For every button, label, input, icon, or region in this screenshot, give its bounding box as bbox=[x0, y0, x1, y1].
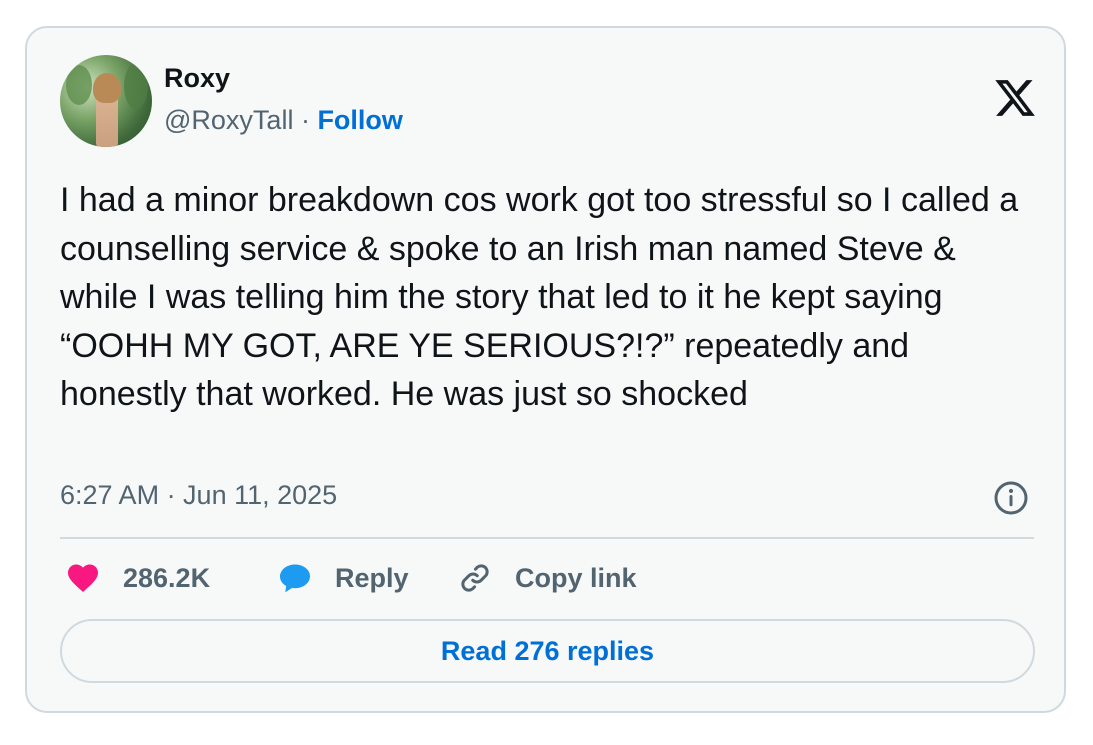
avatar-foliage bbox=[124, 63, 148, 109]
divider bbox=[60, 537, 1034, 539]
author-handle[interactable]: @RoxyTall bbox=[164, 105, 293, 135]
link-icon bbox=[461, 564, 489, 592]
read-replies-button[interactable]: Read 276 replies bbox=[60, 619, 1035, 683]
copy-link-label: Copy link bbox=[515, 562, 637, 593]
separator-dot: · bbox=[293, 105, 318, 135]
tweet-card: Roxy @RoxyTall · Follow I had a minor br… bbox=[25, 26, 1066, 713]
heart-icon bbox=[68, 564, 98, 593]
follow-button[interactable]: Follow bbox=[317, 105, 402, 135]
avatar-person-hair bbox=[93, 73, 121, 103]
author-handle-line: @RoxyTall · Follow bbox=[164, 105, 403, 136]
avatar-foliage bbox=[66, 65, 92, 105]
like-count: 286.2K bbox=[123, 562, 211, 593]
author-name[interactable]: Roxy bbox=[164, 63, 230, 94]
x-logo-icon[interactable] bbox=[993, 76, 1037, 120]
reply-label: Reply bbox=[335, 562, 409, 593]
reply-action[interactable]: Reply bbox=[277, 558, 409, 598]
avatar[interactable] bbox=[60, 55, 152, 147]
info-icon[interactable] bbox=[993, 480, 1029, 516]
tweet-timestamp[interactable]: 6:27 AM · Jun 11, 2025 bbox=[60, 480, 337, 511]
tweet-text: I had a minor breakdown cos work got too… bbox=[60, 181, 1019, 413]
like-action[interactable]: 286.2K bbox=[65, 558, 210, 598]
copy-link-action[interactable]: Copy link bbox=[457, 558, 637, 598]
speech-bubble-icon bbox=[280, 564, 310, 593]
